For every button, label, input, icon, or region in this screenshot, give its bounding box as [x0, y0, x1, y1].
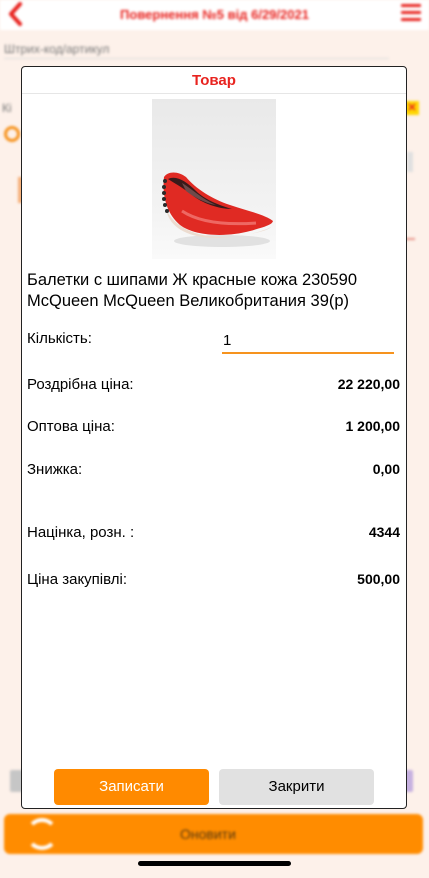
refresh-button-label: Оновити: [180, 826, 236, 842]
product-name: Балетки с шипами Ж красные кожа 230590 M…: [27, 271, 358, 310]
product-dialog: Товар Балетки с шипами Ж красные кожа 23…: [21, 66, 407, 809]
markup-value: 4344: [368, 524, 400, 540]
client-field-label: Кі: [2, 101, 12, 115]
wholesale-price-label: Оптова ціна:: [27, 418, 115, 435]
refresh-icon: [26, 818, 58, 850]
discount-value: 0,00: [372, 461, 400, 477]
save-button[interactable]: Записати: [54, 769, 209, 805]
quantity-label: Кількість:: [27, 330, 92, 347]
home-indicator[interactable]: [138, 861, 291, 866]
header-title: Повернення №5 від 6/29/2021: [120, 7, 309, 22]
retail-price-row: Роздрібна ціна: 22 220,00: [27, 376, 400, 396]
quantity-input[interactable]: [222, 328, 394, 354]
side-handle: [407, 152, 413, 172]
purchase-price-row: Ціна закупівлі: 500,00: [27, 571, 400, 591]
hamburger-menu-icon[interactable]: [401, 4, 421, 24]
dialog-title: Товар: [192, 72, 236, 89]
back-arrow-icon[interactable]: [6, 0, 26, 28]
wholesale-price-row: Оптова ціна: 1 200,00: [27, 418, 400, 438]
app-header: Повернення №5 від 6/29/2021: [0, 0, 429, 30]
retail-price-label: Роздрібна ціна:: [27, 376, 134, 393]
purchase-price-label: Ціна закупівлі:: [27, 571, 128, 588]
close-button[interactable]: Закрити: [219, 769, 374, 805]
clear-icon[interactable]: ✕: [405, 101, 419, 115]
dialog-divider: [22, 93, 406, 94]
markup-label: Націнка, розн. :: [27, 524, 135, 541]
barcode-input[interactable]: [4, 58, 389, 59]
discount-row: Знижка: 0,00: [27, 461, 400, 481]
discount-label: Знижка:: [27, 461, 83, 478]
retail-price-value: 22 220,00: [337, 376, 400, 392]
product-image: [152, 99, 276, 259]
purchase-price-value: 500,00: [357, 571, 400, 587]
barcode-field-label: Штрих-код/артикул: [4, 42, 110, 56]
search-icon[interactable]: [4, 126, 20, 142]
markup-row: Націнка, розн. : 4344: [27, 524, 400, 544]
ballet-flat-shoe-image: [162, 172, 273, 247]
wholesale-price-value: 1 200,00: [345, 418, 401, 434]
